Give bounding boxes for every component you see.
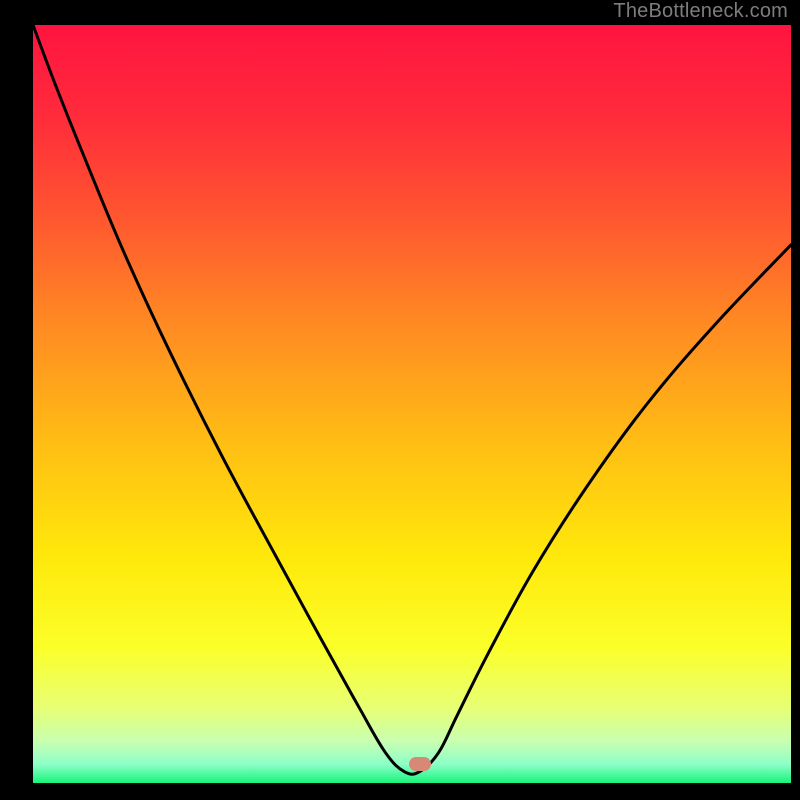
plot-area xyxy=(33,25,791,776)
bottleneck-curve xyxy=(33,25,791,774)
chart-stage: TheBottleneck.com xyxy=(0,0,800,800)
curve-layer xyxy=(33,25,791,783)
watermark-text: TheBottleneck.com xyxy=(613,0,788,23)
minimum-marker xyxy=(409,757,431,771)
